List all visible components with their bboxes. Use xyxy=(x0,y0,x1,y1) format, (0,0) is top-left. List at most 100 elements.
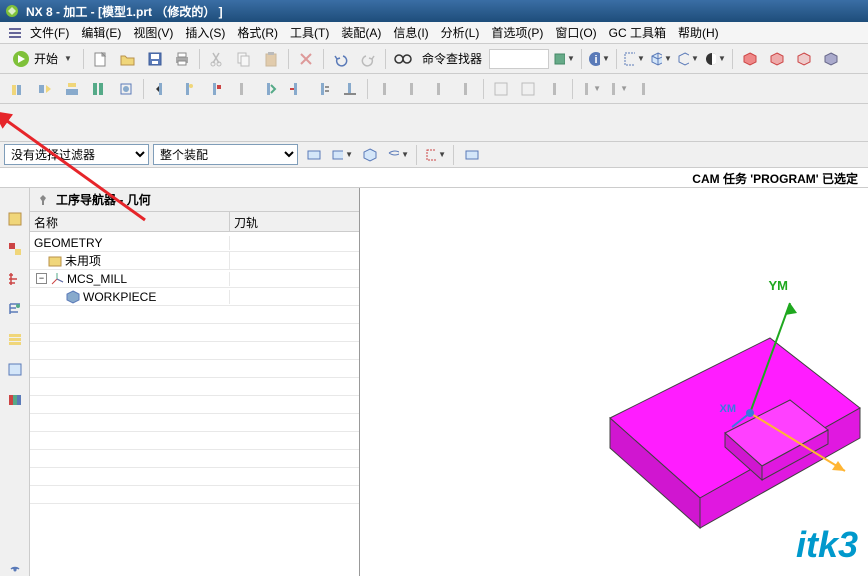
op17-button[interactable] xyxy=(454,77,478,101)
op2-button[interactable] xyxy=(33,77,57,101)
cube-red3-button[interactable] xyxy=(792,47,816,71)
select-mode-button[interactable]: ▼ xyxy=(622,47,646,71)
filter-bar: 没有选择过滤器 整个装配 ▼ ▼ ▼ xyxy=(0,142,868,168)
op5-button[interactable] xyxy=(114,77,138,101)
op3-button[interactable] xyxy=(60,77,84,101)
start-icon xyxy=(12,50,30,68)
filter-op5-button[interactable]: ▼ xyxy=(423,143,447,167)
print-button[interactable] xyxy=(170,47,194,71)
tree-label: MCS_MILL xyxy=(67,272,127,286)
menu-view[interactable]: 视图(V) xyxy=(129,22,177,43)
window-title: NX 8 - 加工 - [模型1.prt （修改的） ] xyxy=(26,3,223,20)
cube-blue-button[interactable] xyxy=(819,47,843,71)
start-button[interactable]: 开始 ▼ xyxy=(6,48,78,70)
op10-button[interactable] xyxy=(257,77,281,101)
op22-button[interactable]: ▼ xyxy=(605,77,629,101)
op23-button[interactable] xyxy=(632,77,656,101)
save-button[interactable] xyxy=(143,47,167,71)
tab-reuse-library[interactable] xyxy=(4,358,26,380)
op11-button[interactable] xyxy=(284,77,308,101)
tree-row-workpiece[interactable]: WORKPIECE xyxy=(30,288,359,306)
window-titlebar: NX 8 - 加工 - [模型1.prt （修改的） ] xyxy=(0,0,868,22)
cube-wireframe-button[interactable]: ▼ xyxy=(676,47,700,71)
menu-format[interactable]: 格式(R) xyxy=(233,22,282,43)
cube-red-button[interactable] xyxy=(738,47,762,71)
undo-button[interactable] xyxy=(329,47,353,71)
op4-button[interactable] xyxy=(87,77,111,101)
command-finder-go-icon[interactable]: ▼ xyxy=(552,47,576,71)
assembly-scope-select[interactable]: 整个装配 xyxy=(153,144,298,165)
tree-label: WORKPIECE xyxy=(83,290,156,304)
op13-button[interactable] xyxy=(338,77,362,101)
menu-edit[interactable]: 编辑(E) xyxy=(77,22,125,43)
command-finder-input[interactable] xyxy=(489,49,549,69)
filter-op3-button[interactable] xyxy=(358,143,382,167)
op16-button[interactable] xyxy=(427,77,451,101)
menu-gctoolbox[interactable]: GC 工具箱 xyxy=(605,22,670,43)
open-button[interactable] xyxy=(116,47,140,71)
new-button[interactable] xyxy=(89,47,113,71)
op21-button[interactable]: ▼ xyxy=(578,77,602,101)
copy-button[interactable] xyxy=(232,47,256,71)
chevron-down-icon: ▼ xyxy=(64,54,72,63)
op12-button[interactable] xyxy=(311,77,335,101)
resource-bar xyxy=(0,188,30,576)
workpiece-icon xyxy=(66,290,80,304)
redo-button[interactable] xyxy=(356,47,380,71)
tree-collapse-icon[interactable]: − xyxy=(36,273,47,284)
op1-button[interactable] xyxy=(6,77,30,101)
cube-red2-button[interactable] xyxy=(765,47,789,71)
selection-filter-select[interactable]: 没有选择过滤器 xyxy=(4,144,149,165)
nav-col-tool[interactable]: 刀轨 xyxy=(230,212,359,231)
menu-info[interactable]: 信息(I) xyxy=(389,22,432,43)
tree-row-unused[interactable]: 未用项 xyxy=(30,252,359,270)
menu-assembly[interactable]: 装配(A) xyxy=(337,22,385,43)
glasses-button[interactable] xyxy=(391,47,415,71)
nav-tree: GEOMETRY 未用项 − MCS_MILL xyxy=(30,232,359,576)
op9-button[interactable] xyxy=(230,77,254,101)
op8-button[interactable] xyxy=(203,77,227,101)
op15-button[interactable] xyxy=(400,77,424,101)
menu-insert[interactable]: 插入(S) xyxy=(181,22,229,43)
axis-ym-label: YM xyxy=(769,278,789,293)
menu-file[interactable]: 文件(F) xyxy=(26,22,73,43)
tree-row-mcs-mill[interactable]: − MCS_MILL xyxy=(30,270,359,288)
op14-button[interactable] xyxy=(373,77,397,101)
delete-button[interactable] xyxy=(294,47,318,71)
op19-button[interactable] xyxy=(516,77,540,101)
axis-xm-label: XM xyxy=(720,403,737,415)
nav-col-name[interactable]: 名称 xyxy=(30,212,230,231)
tab-machining-navigator[interactable] xyxy=(4,328,26,350)
paste-button[interactable] xyxy=(259,47,283,71)
menu-analysis[interactable]: 分析(L) xyxy=(437,22,484,43)
filter-op1-button[interactable] xyxy=(302,143,326,167)
tab-help-wireless-icon[interactable] xyxy=(4,554,26,576)
op7-button[interactable] xyxy=(176,77,200,101)
menu-help[interactable]: 帮助(H) xyxy=(674,22,723,43)
toolbar-row-2: ▼ ▼ xyxy=(0,74,868,104)
shade-button[interactable]: ▼ xyxy=(703,47,727,71)
filter-op6-button[interactable] xyxy=(460,143,484,167)
tab-assembly-navigator[interactable] xyxy=(4,238,26,260)
tab-history[interactable] xyxy=(4,388,26,410)
op20-button[interactable] xyxy=(543,77,567,101)
graphics-viewport[interactable]: YM XM itk3 xyxy=(360,188,868,576)
cut-button[interactable] xyxy=(205,47,229,71)
status-text: CAM 任务 'PROGRAM' 已选定 xyxy=(692,172,858,186)
menubar: 文件(F) 编辑(E) 视图(V) 插入(S) 格式(R) 工具(T) 装配(A… xyxy=(0,22,868,44)
tab-part-navigator[interactable] xyxy=(4,208,26,230)
info-button[interactable]: i▼ xyxy=(587,47,611,71)
svg-text:i: i xyxy=(594,54,597,66)
pin-icon[interactable] xyxy=(36,193,50,207)
tab-constraint-navigator[interactable] xyxy=(4,268,26,290)
tab-operation-navigator[interactable] xyxy=(4,298,26,320)
op18-button[interactable] xyxy=(489,77,513,101)
op6-button[interactable] xyxy=(149,77,173,101)
filter-op2-button[interactable]: ▼ xyxy=(330,143,354,167)
filter-op4-button[interactable]: ▼ xyxy=(386,143,410,167)
cube-iso-button[interactable]: ▼ xyxy=(649,47,673,71)
menu-window[interactable]: 窗口(O) xyxy=(551,22,600,43)
tree-row-geometry[interactable]: GEOMETRY xyxy=(30,234,359,252)
menu-tools[interactable]: 工具(T) xyxy=(286,22,333,43)
menu-preferences[interactable]: 首选项(P) xyxy=(487,22,547,43)
